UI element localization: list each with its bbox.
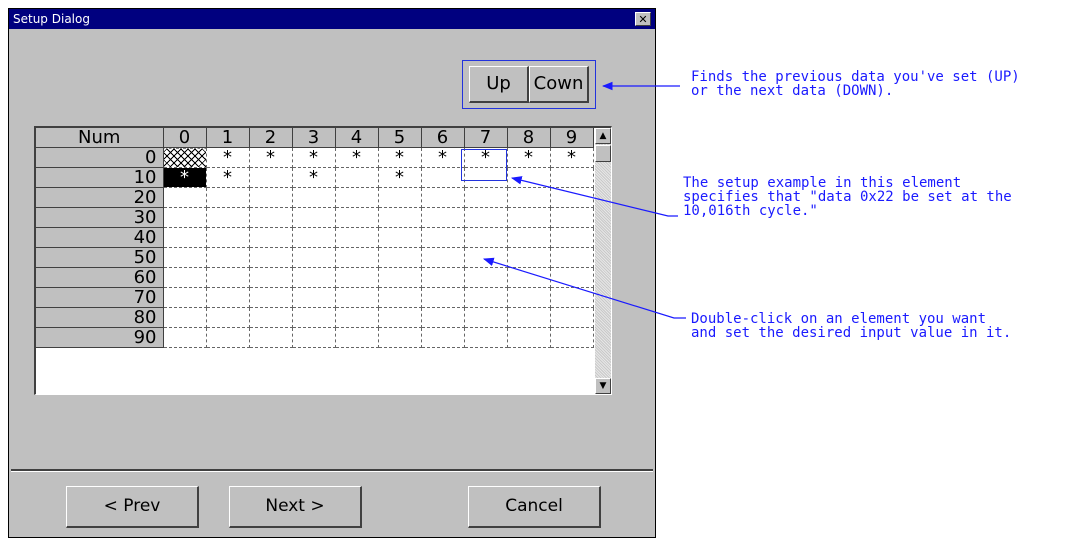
note-doubleclick: Double-click on an element you want and … — [691, 311, 1012, 341]
arrow-doubleclick — [482, 257, 686, 319]
note-element: The setup example in this element specif… — [683, 175, 1012, 219]
arrow-element — [510, 176, 678, 217]
note-updown: Finds the previous data you've set (UP) … — [691, 69, 1020, 99]
